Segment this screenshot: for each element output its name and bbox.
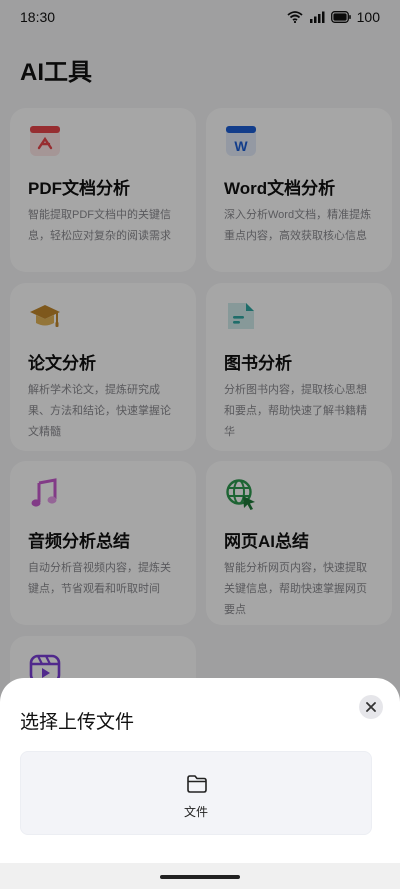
home-indicator[interactable]	[160, 875, 240, 879]
upload-bottom-sheet: 选择上传文件 文件	[0, 678, 400, 889]
file-option-label: 文件	[183, 805, 208, 819]
close-button[interactable]	[359, 695, 383, 719]
close-icon	[366, 702, 376, 712]
folder-icon	[187, 775, 207, 793]
file-upload-option[interactable]: 文件	[20, 751, 372, 835]
sheet-title: 选择上传文件	[20, 712, 135, 733]
